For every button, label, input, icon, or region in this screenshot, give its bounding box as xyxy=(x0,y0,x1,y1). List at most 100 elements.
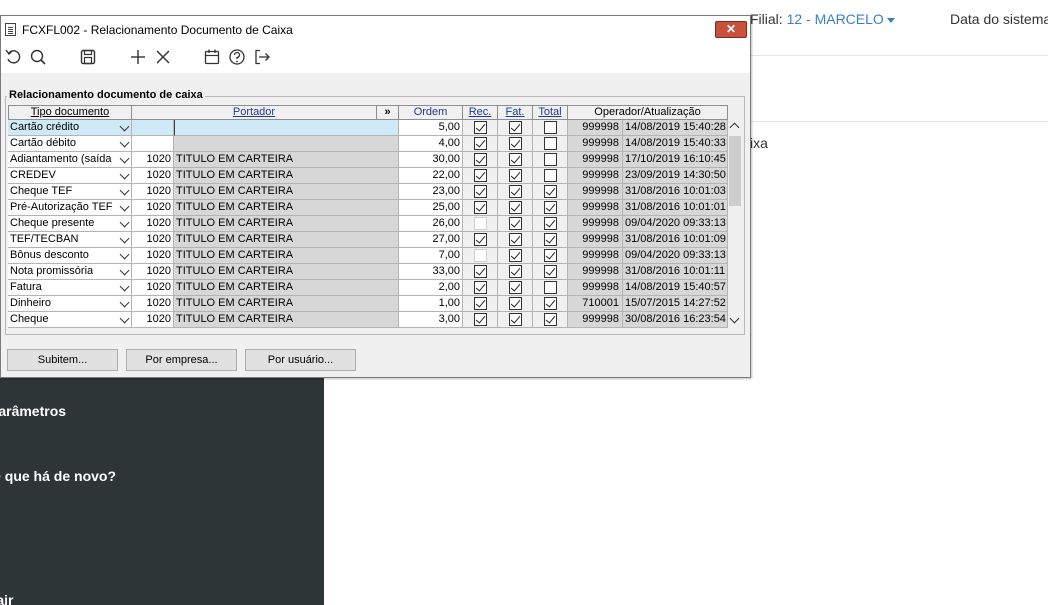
add-icon[interactable] xyxy=(128,47,148,67)
fat-checkbox[interactable] xyxy=(509,121,522,134)
col-rec[interactable]: Rec. xyxy=(463,105,498,120)
chevron-down-icon[interactable] xyxy=(119,153,130,164)
calendar-icon[interactable] xyxy=(202,47,222,67)
search-icon[interactable] xyxy=(28,47,48,67)
table-row[interactable]: Pré-Autorização TEF 1020 TITULO EM CARTEIR… xyxy=(8,200,728,216)
chevron-down-icon[interactable] xyxy=(119,313,130,324)
total-checkbox[interactable] xyxy=(544,313,557,326)
fat-checkbox[interactable] xyxy=(509,153,522,166)
subitem-button[interactable]: Subitem... xyxy=(7,349,118,371)
tipo-documento-select[interactable]: Adiantamento (saída xyxy=(8,152,132,168)
vertical-scrollbar[interactable] xyxy=(728,120,742,328)
tipo-documento-select[interactable]: Dinheiro xyxy=(8,296,132,312)
col-operador[interactable]: Operador/Atualização xyxy=(567,105,728,120)
expand-columns-button[interactable]: » xyxy=(377,105,399,120)
portador-code-cell[interactable]: 1020 xyxy=(132,280,174,296)
ordem-cell[interactable]: 2,00 xyxy=(399,280,463,296)
portador-code-cell[interactable] xyxy=(132,136,174,152)
scroll-down-icon[interactable] xyxy=(729,313,740,324)
scroll-up-icon[interactable] xyxy=(729,122,740,133)
rec-checkbox[interactable] xyxy=(474,265,487,278)
col-ordem[interactable]: Ordem xyxy=(399,105,463,120)
fat-checkbox[interactable] xyxy=(509,297,522,310)
total-checkbox[interactable] xyxy=(544,281,557,294)
table-row[interactable]: Nota promissória 1020 TITULO EM CARTEIRA 33… xyxy=(8,264,728,280)
rec-checkbox[interactable] xyxy=(474,297,487,310)
ordem-cell[interactable]: 23,00 xyxy=(399,184,463,200)
chevron-down-icon[interactable] xyxy=(119,169,130,180)
fat-checkbox[interactable] xyxy=(509,233,522,246)
portador-code-cell[interactable]: 1020 xyxy=(132,152,174,168)
table-row[interactable]: Cartão crédito 5,00 999998 14/08/2019 15:40… xyxy=(8,120,728,136)
table-row[interactable]: Cheque TEF 1020 TITULO EM CARTEIRA 23,00 999… xyxy=(8,184,728,200)
total-checkbox[interactable] xyxy=(544,265,557,278)
table-row[interactable]: Dinheiro 1020 TITULO EM CARTEIRA 1,00 710001… xyxy=(8,296,728,312)
tipo-documento-select[interactable]: Cartão débito xyxy=(8,136,132,152)
chevron-down-icon[interactable] xyxy=(119,185,130,196)
portador-code-cell[interactable]: 1020 xyxy=(132,248,174,264)
title-bar[interactable]: FCXFL002 - Relacionamento Documento de C… xyxy=(1,16,750,42)
rec-checkbox[interactable] xyxy=(474,249,487,262)
sidebar-item-sair[interactable]: Sair xyxy=(0,592,13,605)
fat-checkbox[interactable] xyxy=(509,313,522,326)
help-icon[interactable] xyxy=(227,47,247,67)
ordem-cell[interactable]: 27,00 xyxy=(399,232,463,248)
total-checkbox[interactable] xyxy=(544,249,557,262)
chevron-down-icon[interactable] xyxy=(119,121,130,132)
total-checkbox[interactable] xyxy=(544,153,557,166)
save-icon[interactable] xyxy=(78,47,98,67)
tipo-documento-select[interactable]: TEF/TECBAN xyxy=(8,232,132,248)
tipo-documento-select[interactable]: Fatura xyxy=(8,280,132,296)
tipo-documento-select[interactable]: Cartão crédito xyxy=(8,120,132,136)
ordem-cell[interactable]: 4,00 xyxy=(399,136,463,152)
tipo-documento-select[interactable]: Pré-Autorização TEF xyxy=(8,200,132,216)
table-row[interactable]: Adiantamento (saída 1020 TITULO EM CARTEIR… xyxy=(8,152,728,168)
portador-code-cell[interactable]: 1020 xyxy=(132,264,174,280)
total-checkbox[interactable] xyxy=(544,169,557,182)
total-checkbox[interactable] xyxy=(544,137,557,150)
chevron-down-icon[interactable] xyxy=(119,201,130,212)
total-checkbox[interactable] xyxy=(544,297,557,310)
ordem-cell[interactable]: 33,00 xyxy=(399,264,463,280)
chevron-down-icon[interactable] xyxy=(119,281,130,292)
ordem-cell[interactable]: 22,00 xyxy=(399,168,463,184)
rec-checkbox[interactable] xyxy=(474,121,487,134)
col-total[interactable]: Total xyxy=(533,105,568,120)
col-portador[interactable]: Portador xyxy=(132,105,377,120)
table-row[interactable]: Cheque presente 1020 TITULO EM CARTEIRA 26,… xyxy=(8,216,728,232)
tipo-documento-select[interactable]: Cheque TEF xyxy=(8,184,132,200)
portador-code-cell[interactable]: 1020 xyxy=(132,232,174,248)
close-button[interactable]: ✕ xyxy=(715,21,747,38)
chevron-down-icon[interactable] xyxy=(119,233,130,244)
sidebar-item-novidades[interactable]: O que há de novo? xyxy=(0,468,116,484)
rec-checkbox[interactable] xyxy=(474,185,487,198)
ordem-cell[interactable]: 5,00 xyxy=(399,120,463,136)
rec-checkbox[interactable] xyxy=(474,137,487,150)
exit-icon[interactable] xyxy=(252,47,272,67)
scroll-thumb[interactable] xyxy=(729,136,741,206)
total-checkbox[interactable] xyxy=(544,217,557,230)
tipo-documento-select[interactable]: Nota promissória xyxy=(8,264,132,280)
table-row[interactable]: Bônus desconto 1020 TITULO EM CARTEIRA 7,00… xyxy=(8,248,728,264)
ordem-cell[interactable]: 25,00 xyxy=(399,200,463,216)
tipo-documento-select[interactable]: CREDEV xyxy=(8,168,132,184)
tipo-documento-select[interactable]: Cheque presente xyxy=(8,216,132,232)
total-checkbox[interactable] xyxy=(544,121,557,134)
chevron-down-icon[interactable] xyxy=(119,249,130,260)
ordem-cell[interactable]: 3,00 xyxy=(399,312,463,328)
fat-checkbox[interactable] xyxy=(509,249,522,262)
rec-checkbox[interactable] xyxy=(474,217,487,230)
ordem-cell[interactable]: 7,00 xyxy=(399,248,463,264)
fat-checkbox[interactable] xyxy=(509,201,522,214)
portador-code-cell[interactable]: 1020 xyxy=(132,296,174,312)
rec-checkbox[interactable] xyxy=(474,313,487,326)
ordem-cell[interactable]: 30,00 xyxy=(399,152,463,168)
rec-checkbox[interactable] xyxy=(474,233,487,246)
portador-code-cell[interactable]: 1020 xyxy=(132,200,174,216)
table-row[interactable]: Fatura 1020 TITULO EM CARTEIRA 2,00 999998 14… xyxy=(8,280,728,296)
tipo-documento-select[interactable]: Bônus desconto xyxy=(8,248,132,264)
total-checkbox[interactable] xyxy=(544,233,557,246)
fat-checkbox[interactable] xyxy=(509,217,522,230)
undo-icon[interactable] xyxy=(4,47,24,67)
total-checkbox[interactable] xyxy=(544,201,557,214)
